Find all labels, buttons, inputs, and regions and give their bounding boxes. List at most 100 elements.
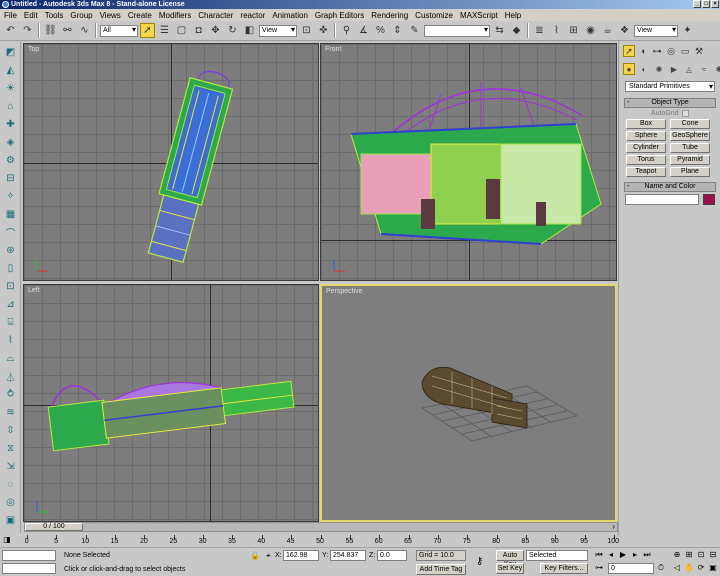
render-last-icon[interactable]: ✦ bbox=[680, 23, 695, 38]
maxscript-listener-output[interactable] bbox=[2, 563, 56, 574]
spinner-snap-icon[interactable]: ⇕ bbox=[390, 23, 405, 38]
noise-icon[interactable]: ≋ bbox=[3, 405, 18, 420]
viewport-perspective[interactable]: Perspective bbox=[320, 284, 617, 522]
render-icon[interactable]: ▣ bbox=[3, 513, 18, 528]
close-button[interactable]: × bbox=[711, 0, 719, 8]
display-tab-icon[interactable]: ▭ bbox=[679, 45, 691, 57]
primitive-category-dropdown[interactable]: Standard Primitives bbox=[625, 81, 715, 92]
zoom-extents-all-icon[interactable]: ⊟ bbox=[708, 550, 718, 560]
field-of-view-icon[interactable]: ◁ bbox=[672, 563, 682, 573]
lock-selection-icon[interactable]: 🔒 bbox=[250, 551, 260, 560]
current-frame-field[interactable]: 0 bbox=[608, 563, 654, 574]
bind-space-warp-icon[interactable]: ∿ bbox=[77, 23, 92, 38]
zoom-extents-icon[interactable]: ⊡ bbox=[696, 550, 706, 560]
select-and-rotate-icon[interactable]: ↻ bbox=[225, 23, 240, 38]
menu-edit[interactable]: Edit bbox=[24, 11, 38, 20]
twist-icon[interactable]: ⥁ bbox=[3, 387, 18, 402]
push-icon[interactable]: ⇲ bbox=[3, 459, 18, 474]
menu-tools[interactable]: Tools bbox=[45, 11, 64, 20]
layer-manager-icon[interactable]: ≣ bbox=[532, 23, 547, 38]
object-type-rollout[interactable]: - Object Type bbox=[624, 98, 716, 108]
track-bar[interactable]: ◨ 0 5 10 15 20 25 30 35 40 45 50 55 60 65 70 75 80 85 90 95… bbox=[0, 533, 619, 547]
next-frame-icon[interactable]: ▸ bbox=[630, 550, 640, 560]
selection-filter-dropdown[interactable]: All bbox=[100, 24, 138, 37]
viewport-top[interactable]: Top bbox=[23, 43, 319, 281]
render-type-dropdown[interactable]: View bbox=[634, 24, 678, 37]
menu-character[interactable]: Character bbox=[198, 11, 233, 20]
motion-tab-icon[interactable]: ◎ bbox=[665, 45, 677, 57]
stairs-icon[interactable]: ⊿ bbox=[3, 297, 18, 312]
teapot-button[interactable]: Teapot bbox=[626, 167, 666, 177]
angle-snap-icon[interactable]: ∡ bbox=[356, 23, 371, 38]
geometry-icon[interactable]: ● bbox=[623, 63, 635, 75]
key-mode-toggle-icon[interactable]: ⊶ bbox=[594, 563, 604, 573]
menu-graph-editors[interactable]: Graph Editors bbox=[315, 11, 364, 20]
object-color-swatch[interactable] bbox=[703, 194, 715, 205]
menu-animation[interactable]: Animation bbox=[272, 11, 308, 20]
undo-icon[interactable]: ↶ bbox=[3, 23, 18, 38]
time-slider[interactable]: 0 / 100 › bbox=[24, 522, 618, 532]
key-filters-button[interactable]: Key Filters... bbox=[540, 563, 588, 574]
pan-icon[interactable]: ✋ bbox=[684, 563, 694, 573]
orbit-icon[interactable]: ⟳ bbox=[696, 563, 706, 573]
quick-render-icon[interactable]: ❖ bbox=[617, 23, 632, 38]
go-to-start-icon[interactable]: ⏮ bbox=[594, 550, 604, 560]
systems-icon[interactable]: ✱ bbox=[713, 63, 720, 75]
schematic-view-icon[interactable]: ⊞ bbox=[566, 23, 581, 38]
use-pivot-center-icon[interactable]: ⊡ bbox=[299, 23, 314, 38]
select-and-move-icon[interactable]: ✥ bbox=[208, 23, 223, 38]
window-icon[interactable]: ⊡ bbox=[3, 279, 18, 294]
zoom-all-icon[interactable]: ⊞ bbox=[684, 550, 694, 560]
object-name-input[interactable] bbox=[625, 194, 699, 205]
squeeze-icon[interactable]: ⧖ bbox=[3, 441, 18, 456]
pyramid-button[interactable]: Pyramid bbox=[670, 155, 710, 165]
maxscript-listener-mini[interactable] bbox=[2, 550, 56, 561]
dynamics-icon[interactable]: ⊛ bbox=[3, 243, 18, 258]
auto-key-button[interactable]: Auto Key bbox=[496, 550, 524, 568]
menu-group[interactable]: Group bbox=[70, 11, 92, 20]
patch-grid-icon[interactable]: ▦ bbox=[3, 207, 18, 222]
nurbs-icon[interactable]: ⌒ bbox=[3, 225, 18, 240]
menu-create[interactable]: Create bbox=[128, 11, 152, 20]
rectangular-selection-icon[interactable]: ▢ bbox=[174, 23, 189, 38]
taper-icon[interactable]: ⏃ bbox=[3, 369, 18, 384]
edit-named-selection-icon[interactable]: ✎ bbox=[407, 23, 422, 38]
plane-button[interactable]: Plane bbox=[670, 167, 710, 177]
modify-tab-icon[interactable]: ◖ bbox=[637, 45, 649, 57]
select-and-scale-icon[interactable]: ◧ bbox=[242, 23, 257, 38]
minimize-button[interactable]: _ bbox=[693, 0, 701, 8]
sphere-button[interactable]: Sphere bbox=[626, 131, 666, 141]
mini-curve-editor-icon[interactable]: ◨ bbox=[2, 535, 12, 545]
zoom-icon[interactable]: ⊕ bbox=[672, 550, 682, 560]
app-icon[interactable] bbox=[2, 1, 9, 8]
y-coord-field[interactable]: 254.837 bbox=[330, 550, 366, 561]
space-warp-icon[interactable]: ◈ bbox=[3, 135, 18, 150]
curve-editor-icon[interactable]: ⌇ bbox=[549, 23, 564, 38]
menu-modifiers[interactable]: Modifiers bbox=[159, 11, 191, 20]
viewport-front[interactable]: Front bbox=[320, 43, 617, 281]
light-icon[interactable]: ☀ bbox=[3, 81, 18, 96]
menu-help[interactable]: Help bbox=[505, 11, 521, 20]
z-coord-field[interactable]: 0.0 bbox=[377, 550, 407, 561]
select-manipulate-icon[interactable]: ✜ bbox=[316, 23, 331, 38]
x-coord-field[interactable]: 162.98 bbox=[283, 550, 319, 561]
previous-frame-icon[interactable]: ◂ bbox=[606, 550, 616, 560]
stretch-icon[interactable]: ⇳ bbox=[3, 423, 18, 438]
go-to-end-icon[interactable]: ⏭ bbox=[642, 550, 652, 560]
torus-button[interactable]: Torus bbox=[626, 155, 666, 165]
unlink-icon[interactable]: ⚯ bbox=[60, 23, 75, 38]
maximize-button[interactable]: □ bbox=[702, 0, 710, 8]
compound-icon[interactable]: ⊟ bbox=[3, 171, 18, 186]
menu-reactor[interactable]: reactor bbox=[240, 11, 265, 20]
snap-toggle-icon[interactable]: ⚲ bbox=[339, 23, 354, 38]
menu-maxscript[interactable]: MAXScript bbox=[460, 11, 498, 20]
door-icon[interactable]: ▯ bbox=[3, 261, 18, 276]
autogrid-option[interactable]: AutoGrid bbox=[651, 110, 689, 117]
mirror-icon[interactable]: ⇆ bbox=[492, 23, 507, 38]
modifier-icon[interactable]: ⌇ bbox=[3, 333, 18, 348]
hierarchy-tab-icon[interactable]: ⊶ bbox=[651, 45, 663, 57]
next-frame-arrow-icon[interactable]: › bbox=[612, 522, 615, 531]
systems-icon[interactable]: ⚙ bbox=[3, 153, 18, 168]
space-warps-icon[interactable]: ≈ bbox=[698, 63, 710, 75]
lights-icon[interactable]: ✺ bbox=[653, 63, 665, 75]
